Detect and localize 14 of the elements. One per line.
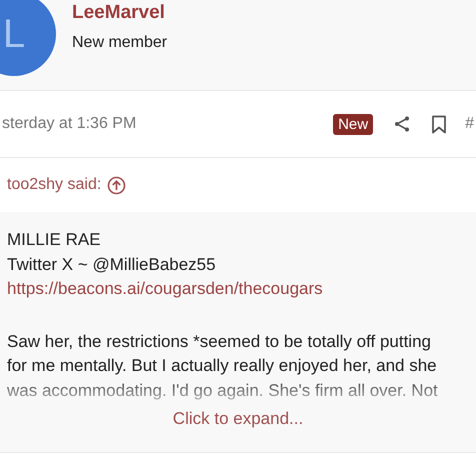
expand-link[interactable]: Click to expand... bbox=[172, 408, 304, 428]
quote-link[interactable]: https://beacons.ai/cougarsden/thecougars bbox=[7, 277, 469, 302]
post-date[interactable]: sterday at 1:36 PM bbox=[2, 115, 136, 133]
quote-line: MILLIE RAE bbox=[7, 229, 102, 251]
new-badge: New bbox=[333, 114, 374, 134]
jump-up-icon[interactable] bbox=[107, 176, 126, 194]
quote-attribution: too2shy said: bbox=[7, 176, 102, 194]
quote-text: Saw her, the restrictions *seemed to be totally off putting for me mentally. But I actually really enjoyed her, and she was accommodating. I'd go again. She's firm all over. Not bbox=[7, 330, 439, 402]
share-icon[interactable] bbox=[393, 115, 412, 133]
bookmark-icon[interactable] bbox=[431, 114, 448, 134]
post-number[interactable]: # bbox=[465, 115, 474, 133]
quote-line: Twitter X ~ @MillieBabez55 bbox=[7, 254, 217, 276]
member-title: New member bbox=[72, 34, 168, 52]
author-name[interactable]: LeeMarvel bbox=[72, 2, 168, 24]
